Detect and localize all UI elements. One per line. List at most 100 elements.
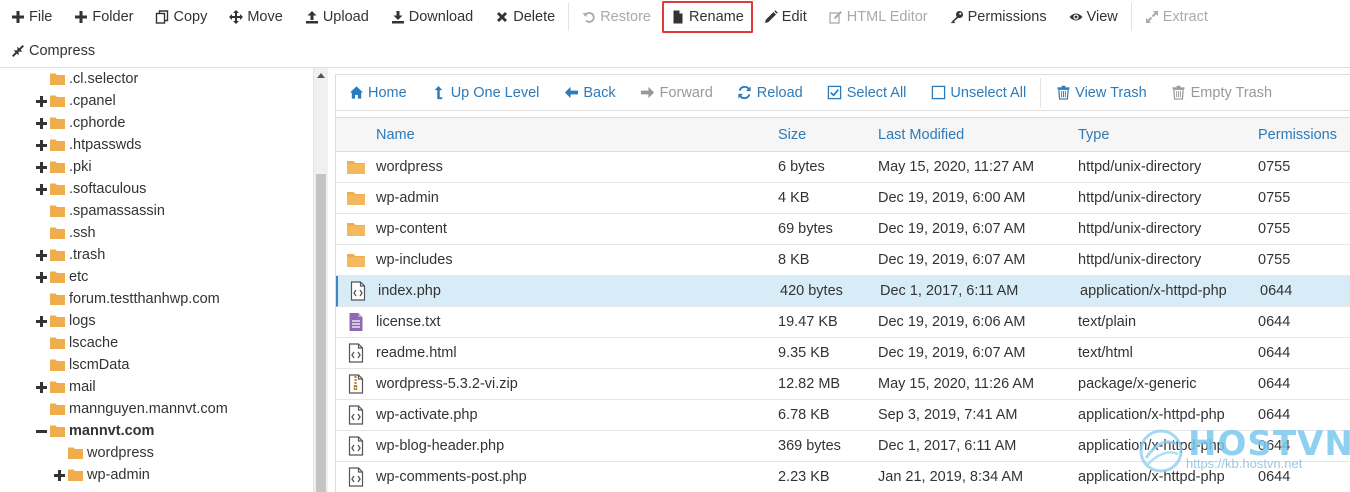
file-type: httpd/unix-directory	[1078, 221, 1202, 237]
folder-button[interactable]: Folder	[63, 3, 144, 31]
tree-item-label: .ssh	[69, 225, 96, 241]
tree-item-wp-admin[interactable]: wp-admin	[54, 464, 150, 486]
forward-button[interactable]: Forward	[628, 78, 725, 108]
tree-item-mannvt-com[interactable]: mannvt.com	[36, 420, 154, 442]
checkbox-empty-icon	[930, 85, 946, 101]
column-header-size[interactable]: Size	[778, 127, 878, 143]
tree-item-cphorde[interactable]: .cphorde	[36, 112, 125, 134]
expand-plus-icon[interactable]	[36, 183, 47, 195]
empty-trash-button[interactable]: Empty Trash	[1159, 78, 1284, 108]
reload-button-label: Reload	[756, 84, 803, 101]
expand-plus-icon[interactable]	[36, 271, 47, 283]
file-size: 4 KB	[778, 190, 810, 206]
tree-item-trash[interactable]: .trash	[36, 244, 105, 266]
download-button[interactable]: Download	[380, 3, 485, 31]
back-button[interactable]: Back	[551, 78, 627, 108]
permissions-button-label: Permissions	[967, 8, 1047, 25]
rename-button[interactable]: Rename	[661, 0, 753, 33]
plus-icon	[74, 10, 88, 24]
select-all-button[interactable]: Select All	[815, 78, 919, 108]
file-name: wp-includes	[376, 252, 453, 268]
tree-item-ssh[interactable]: .ssh	[36, 222, 96, 244]
file-last-modified: Dec 19, 2019, 6:06 AM	[878, 314, 1026, 330]
table-row[interactable]: readme.html 9.35 KB Dec 19, 2019, 6:07 AM t…	[336, 338, 1350, 369]
tree-item-logs[interactable]: logs	[36, 310, 96, 332]
upload-button[interactable]: Upload	[294, 3, 380, 31]
upload-button-label: Upload	[322, 8, 369, 25]
expand-plus-icon[interactable]	[36, 249, 47, 261]
column-header-permissions[interactable]: Permissions	[1258, 127, 1348, 143]
compress-button[interactable]: Compress	[0, 37, 106, 65]
expand-plus-icon[interactable]	[36, 315, 47, 327]
tree-scrollbar[interactable]	[314, 68, 328, 492]
tree-item-htpasswds[interactable]: .htpasswds	[36, 134, 142, 156]
table-row[interactable]: license.txt 19.47 KB Dec 19, 2019, 6:06 AM…	[336, 307, 1350, 338]
home-icon	[348, 85, 364, 101]
trash-icon	[1055, 85, 1071, 101]
tree-item-softaculous[interactable]: .softaculous	[36, 178, 146, 200]
expand-plus-icon[interactable]	[36, 161, 47, 173]
scroll-up-arrow-icon[interactable]	[314, 68, 328, 82]
tree-item-cpanel[interactable]: .cpanel	[36, 90, 116, 112]
delete-button[interactable]: Delete	[484, 3, 566, 31]
code-file-icon	[336, 436, 376, 456]
folder-icon	[50, 95, 65, 107]
file-permissions: 0755	[1258, 252, 1291, 268]
code-file-icon	[336, 343, 376, 363]
copy-button[interactable]: Copy	[144, 3, 218, 31]
tree-item-forum-testthanhwp-com[interactable]: forum.testthanhwp.com	[36, 288, 220, 310]
tree-item-label: .spamassassin	[69, 203, 165, 219]
expand-plus-icon[interactable]	[36, 139, 47, 151]
tree-item-lscmdata[interactable]: lscmData	[36, 354, 129, 376]
table-row[interactable]: wordpress-5.3.2-vi.zip 12.82 MB May 15, 20…	[336, 369, 1350, 400]
expand-plus-icon[interactable]	[36, 95, 47, 107]
file-last-modified: Dec 19, 2019, 6:07 AM	[878, 221, 1026, 237]
unselect-all-button[interactable]: Unselect All	[918, 78, 1038, 108]
home-button[interactable]: Home	[336, 78, 419, 108]
file-size: 9.35 KB	[778, 345, 830, 361]
extract-button[interactable]: Extract	[1134, 3, 1219, 31]
tree-item-etc[interactable]: etc	[36, 266, 88, 288]
table-row[interactable]: wp-content 69 bytes Dec 19, 2019, 6:07 AM h…	[336, 214, 1350, 245]
file-name: wp-content	[376, 221, 447, 237]
table-row[interactable]: wp-includes 8 KB Dec 19, 2019, 6:07 AM http…	[336, 245, 1350, 276]
tree-item-lscache[interactable]: lscache	[36, 332, 118, 354]
column-header-type[interactable]: Type	[1078, 127, 1258, 143]
table-row[interactable]: wordpress 6 bytes May 15, 2020, 11:27 AM ht…	[336, 152, 1350, 183]
view-trash-button[interactable]: View Trash	[1043, 78, 1158, 108]
permissions-button[interactable]: Permissions	[939, 3, 1058, 31]
tree-item-mail[interactable]: mail	[36, 376, 96, 398]
column-header-last-modified[interactable]: Last Modified	[878, 127, 1078, 143]
file-permissions: 0644	[1258, 345, 1291, 361]
file-permissions: 0644	[1258, 407, 1291, 423]
scroll-thumb[interactable]	[316, 174, 326, 492]
table-row[interactable]: index.php 420 bytes Dec 1, 2017, 6:11 AM ap…	[336, 276, 1350, 307]
expand-plus-icon[interactable]	[36, 117, 47, 129]
tree-item-mannguyen-mannvt-com[interactable]: mannguyen.mannvt.com	[36, 398, 228, 420]
view-button[interactable]: View	[1058, 3, 1129, 31]
tree-item-wordpress[interactable]: wordpress	[54, 442, 154, 464]
up-one-level-button[interactable]: Up One Level	[419, 78, 552, 108]
edit-button[interactable]: Edit	[753, 3, 818, 31]
folder-icon	[50, 359, 65, 371]
restore-button[interactable]: Restore	[571, 3, 662, 31]
column-header-name[interactable]: Name	[376, 127, 778, 143]
expand-plus-icon[interactable]	[54, 469, 65, 481]
table-row[interactable]: wp-admin 4 KB Dec 19, 2019, 6:00 AM httpd/u…	[336, 183, 1350, 214]
move-button[interactable]: Move	[218, 3, 293, 31]
tree-item-pki[interactable]: .pki	[36, 156, 92, 178]
html-editor-button[interactable]: HTML Editor	[818, 3, 939, 31]
expand-plus-icon[interactable]	[36, 381, 47, 393]
file-button[interactable]: File	[0, 3, 63, 31]
reload-button[interactable]: Reload	[725, 78, 815, 108]
tree-item-cl-selector[interactable]: .cl.selector	[36, 68, 138, 90]
folder-icon	[50, 337, 65, 349]
folder-icon	[50, 315, 65, 327]
collapse-minus-icon[interactable]	[36, 426, 47, 437]
tree-item-spamassassin[interactable]: .spamassassin	[36, 200, 165, 222]
